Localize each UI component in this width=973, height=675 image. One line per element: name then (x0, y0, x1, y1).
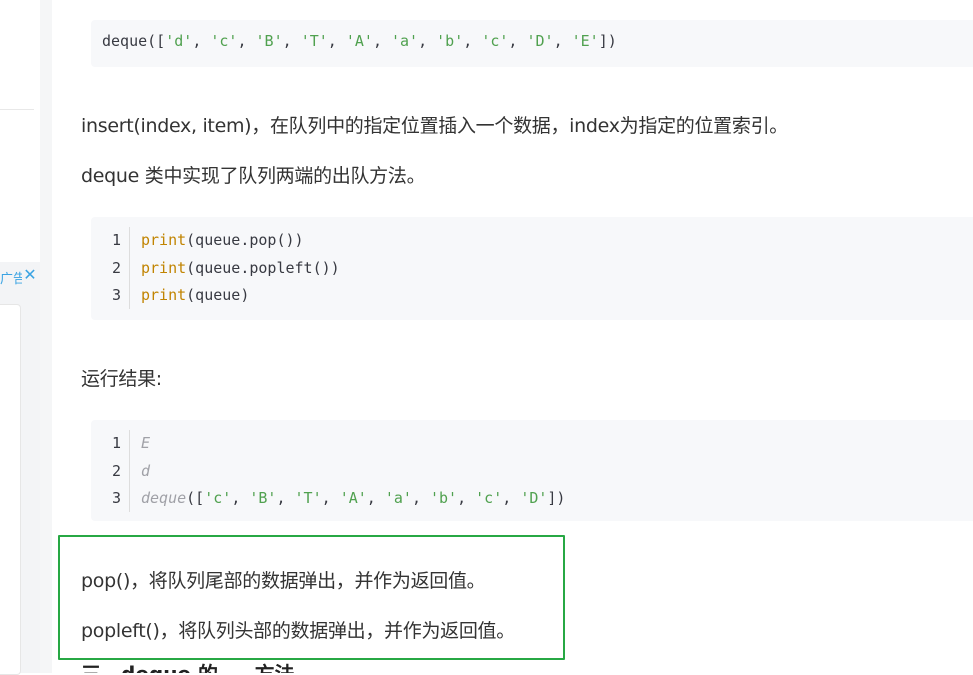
code-token: , (553, 32, 572, 50)
code-token: 'c' (481, 32, 509, 50)
code-token: print (141, 286, 187, 304)
code-token: 'b' (436, 32, 464, 50)
code-token: (queue.popleft()) (186, 258, 340, 277)
close-icon[interactable]: ✕ (23, 267, 37, 283)
paragraph-popleft: popleft()，将队列头部的数据弹出，并作为返回值。 (81, 620, 515, 642)
code-token: ]) (547, 489, 566, 507)
code-token: 'D' (520, 489, 548, 507)
code-token: , (457, 489, 476, 507)
code-token: d (141, 461, 151, 480)
code-token: , (192, 32, 211, 50)
line-number: 3 (111, 286, 121, 304)
paragraph-pop: pop()，将队列尾部的数据弹出，并作为返回值。 (81, 570, 486, 592)
code-token: print (141, 231, 187, 249)
line-number: 2 (111, 461, 121, 480)
code-token: (queue) (186, 286, 250, 304)
code-token: 'E' (571, 32, 599, 50)
ad-content[interactable] (0, 304, 21, 675)
code-token: , (321, 489, 340, 507)
sidebar-divider (0, 109, 34, 110)
paragraph-insert: insert(index, item)，在队列中的指定位置插入一个数据，inde… (81, 115, 788, 137)
code-token: 'a' (384, 489, 412, 507)
code-output-top: deque(['d', 'c', 'B', 'T', 'A', 'a', 'b'… (91, 20, 973, 67)
sidebar-gutter (40, 0, 52, 673)
code-token: 'T' (294, 489, 322, 507)
code-token: , (372, 32, 391, 50)
code-token: ([ (186, 489, 205, 507)
code-token: deque([ (102, 32, 166, 50)
code-gutter-line (129, 430, 130, 512)
code-token: 'c' (475, 489, 503, 507)
code-token: , (418, 32, 437, 50)
code-token: 'A' (339, 489, 367, 507)
code-token: , (411, 489, 430, 507)
code-text: print(queue) (141, 282, 249, 309)
code-line: deque(['d', 'c', 'B', 'T', 'A', 'a', 'b'… (102, 32, 617, 50)
code-token: 'b' (430, 489, 458, 507)
code-token: , (366, 489, 385, 507)
code-token: , (502, 489, 521, 507)
code-token: 'B' (255, 32, 283, 50)
code-token: , (231, 489, 250, 507)
code-block-result: 1 E 2 d 3 deque(['c', 'B', 'T', 'A', 'a', 'b'… (91, 420, 973, 521)
code-token: , (508, 32, 527, 50)
code-token: 'c' (210, 32, 238, 50)
line-number: 1 (111, 231, 121, 249)
code-token: 'T' (300, 32, 328, 50)
code-token: deque (141, 489, 187, 507)
line-number: 1 (111, 434, 121, 452)
section-heading: 三、deque 的 ... 方法 (81, 662, 295, 673)
code-token: 'c' (204, 489, 232, 507)
line-number: 3 (111, 489, 121, 507)
ad-label: 广告 (0, 272, 22, 287)
code-token: , (237, 32, 256, 50)
code-gutter-line (129, 227, 130, 309)
code-text: print(queue.popleft()) (141, 255, 340, 282)
code-token: 'B' (249, 489, 277, 507)
code-token: , (282, 32, 301, 50)
code-token: E (141, 434, 151, 452)
code-token: print (141, 258, 187, 277)
code-token: 'd' (165, 32, 193, 50)
code-token: (queue.pop()) (186, 231, 304, 249)
code-token: 'A' (345, 32, 373, 50)
code-token: , (327, 32, 346, 50)
code-token: 'D' (526, 32, 554, 50)
line-number: 2 (111, 258, 121, 277)
paragraph-result: 运行结果: (81, 368, 162, 390)
paragraph-deque: deque 类中实现了队列两端的出队方法。 (81, 165, 426, 187)
code-text: E (141, 430, 150, 457)
code-token: 'a' (391, 32, 419, 50)
code-token: ]) (598, 32, 617, 50)
code-text: deque(['c', 'B', 'T', 'A', 'a', 'b', 'c'… (141, 485, 565, 512)
code-text: d (141, 458, 150, 485)
code-block-pop: 1 print(queue.pop()) 2 print(queue.popleft(… (91, 217, 973, 320)
code-text: print(queue.pop()) (141, 227, 304, 254)
code-token: , (276, 489, 295, 507)
code-token: , (463, 32, 482, 50)
